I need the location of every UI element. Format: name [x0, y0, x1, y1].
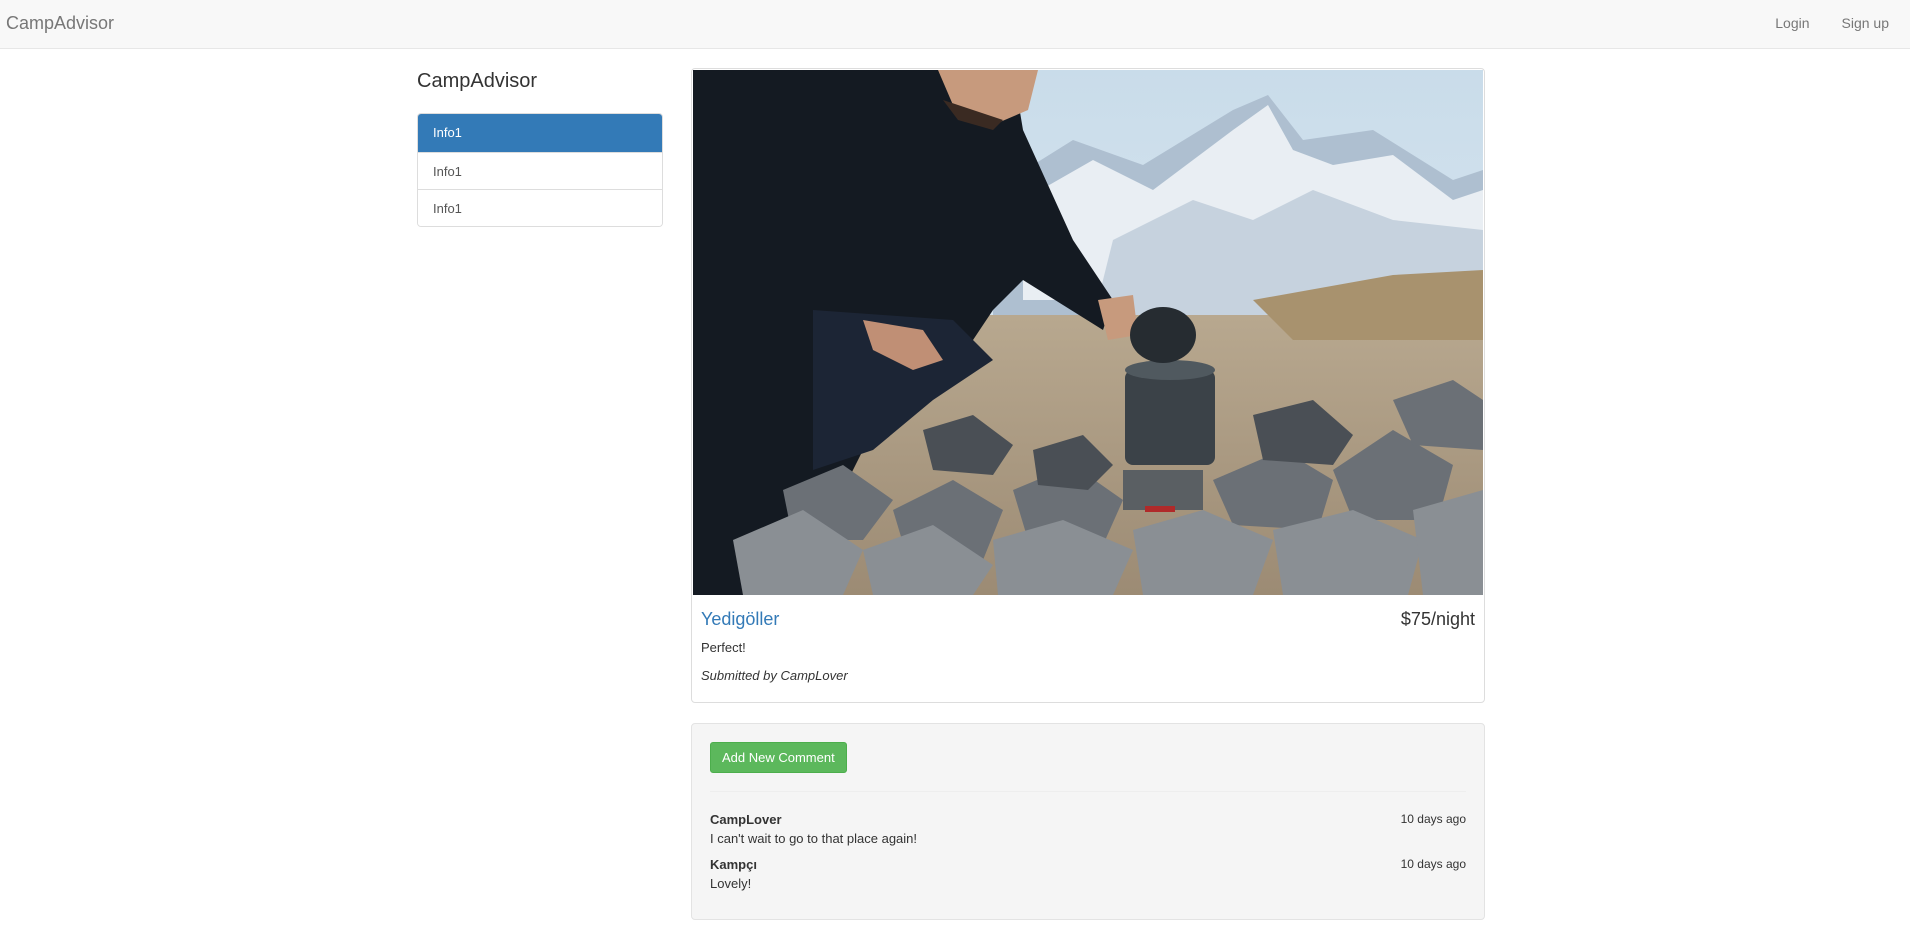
comments-well: Add New Comment CampLover 10 days ago I …: [691, 723, 1485, 920]
comment-author: CampLover: [710, 812, 782, 827]
add-comment-button[interactable]: Add New Comment: [710, 742, 847, 773]
login-link[interactable]: Login: [1759, 0, 1825, 49]
sidebar-item-info1-active[interactable]: Info1: [418, 114, 662, 152]
comment-text: I can't wait to go to that place again!: [710, 831, 918, 846]
top-navbar: CampAdvisor Login Sign up: [0, 0, 1910, 49]
comment-timestamp: 10 days ago: [1400, 812, 1466, 826]
sidebar-item-info1[interactable]: Info1: [418, 189, 662, 226]
campground-description: Perfect!: [701, 640, 746, 655]
signup-link[interactable]: Sign up: [1826, 0, 1910, 49]
sidebar-item-info1[interactable]: Info1: [418, 152, 662, 189]
comments-divider: [710, 791, 1466, 792]
comment-item: CampLover 10 days ago I can't wait to go…: [710, 812, 1466, 852]
comment-item: Kampçı 10 days ago Lovely!: [710, 857, 1466, 897]
submitted-by: Submitted by CampLover: [701, 668, 848, 683]
navbar-right-links: Login Sign up: [1759, 0, 1910, 49]
navbar-brand[interactable]: CampAdvisor: [6, 13, 114, 34]
camping-stove-photo: [693, 70, 1483, 595]
campground-photo: [693, 70, 1483, 595]
comment-author: Kampçı: [710, 857, 757, 872]
campground-price: $75/night: [1400, 609, 1475, 629]
campground-card: Yedigöller $75/night Perfect! Submitted …: [691, 68, 1485, 703]
sidebar: CampAdvisor Info1 Info1 Info1: [417, 68, 663, 227]
campground-name-link[interactable]: Yedigöller: [701, 609, 779, 630]
info-list-group: Info1 Info1 Info1: [417, 113, 663, 227]
comment-timestamp: 10 days ago: [1400, 857, 1466, 871]
comment-text: Lovely!: [710, 876, 752, 891]
sidebar-title: CampAdvisor: [417, 70, 538, 92]
